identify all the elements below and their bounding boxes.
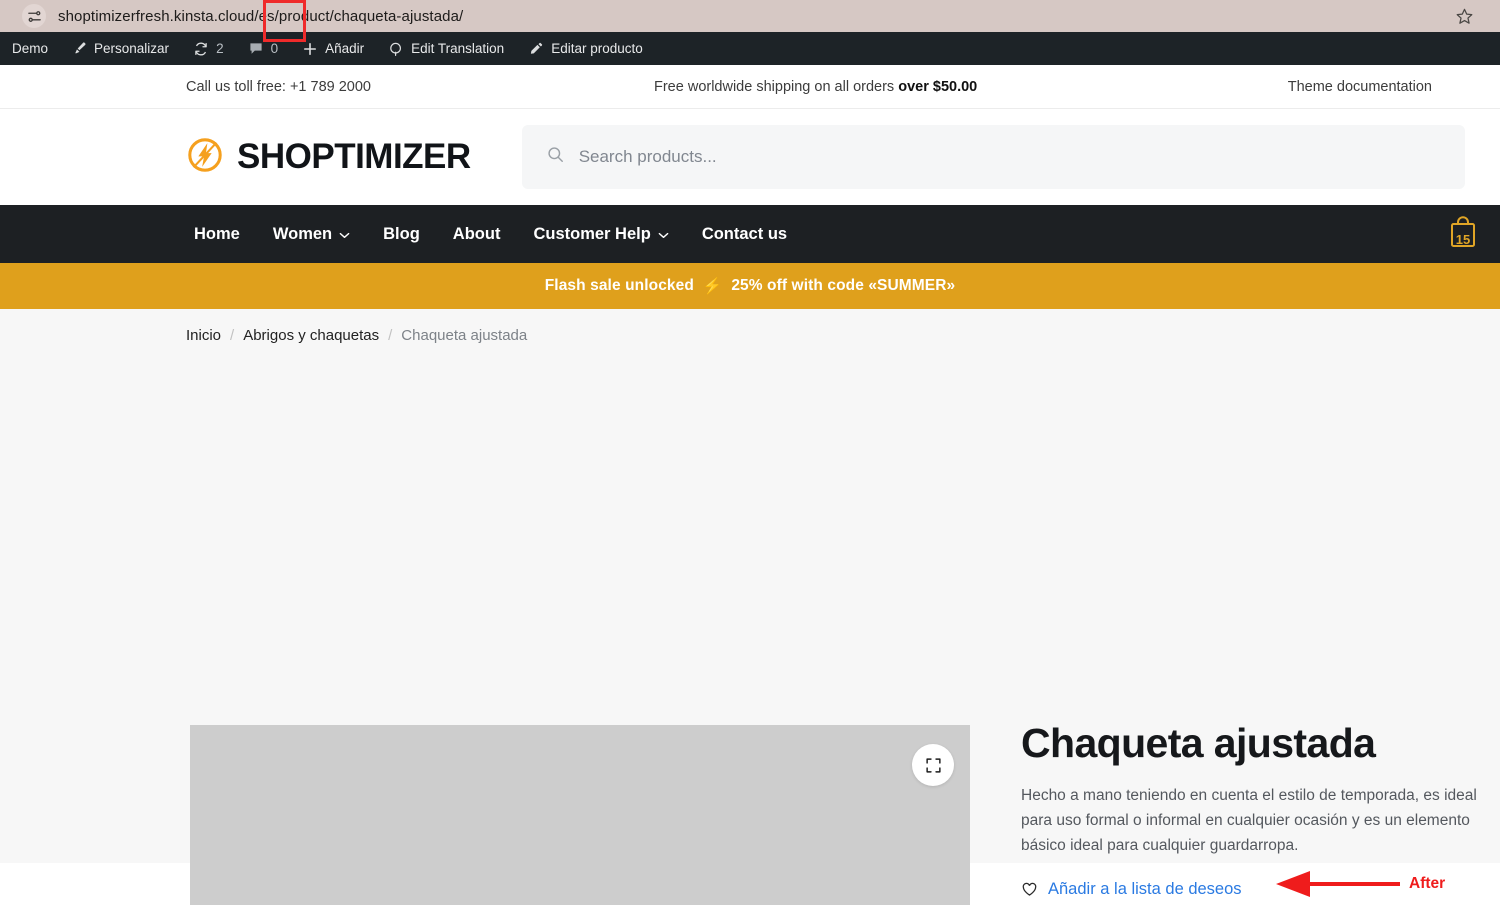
breadcrumb: Inicio / Abrigos y chaquetas / Chaqueta … [186, 327, 527, 344]
admin-bar-item-edit-translation[interactable]: Edit Translation [376, 32, 516, 65]
admin-bar-item-updates[interactable]: 2 [181, 32, 236, 65]
admin-bar-label: Añadir [325, 41, 365, 56]
breadcrumb-home[interactable]: Inicio [186, 327, 221, 344]
site-settings-icon[interactable] [22, 4, 46, 28]
browser-url-bar: shoptimizerfresh.kinsta.cloud/es/product… [0, 0, 1500, 42]
theme-documentation-link[interactable]: Theme documentation [1288, 79, 1432, 95]
admin-bar-item-anadir[interactable]: Añadir [290, 32, 376, 65]
nav-item-about[interactable]: About [453, 225, 501, 244]
shipping-notice-text: Free worldwide shipping on all orders [654, 78, 899, 95]
flash-sale-text-before: Flash sale unlocked [544, 277, 694, 294]
url-text: shoptimizerfresh.kinsta.cloud/es/product… [58, 7, 464, 25]
breadcrumb-category[interactable]: Abrigos y chaquetas [243, 327, 379, 344]
shipping-notice-amount: over $50.00 [898, 78, 978, 95]
admin-bar-item-demo[interactable]: Demo [0, 32, 60, 65]
nav-item-customer-help[interactable]: Customer Help [533, 224, 669, 244]
lightning-bolt-logo-icon [186, 136, 224, 179]
brand-logo[interactable]: SHOPTIMIZER [186, 136, 471, 179]
cart-count: 15 [1455, 232, 1471, 247]
annotation-label: After [1409, 875, 1446, 892]
product-description: Hecho a mano teniendo en cuenta el estil… [1021, 786, 1477, 855]
lightning-bolt-icon: ⚡ [702, 277, 723, 295]
cart-button[interactable]: 15 [1446, 215, 1480, 253]
admin-bar-label: Personalizar [94, 41, 170, 56]
admin-bar-label: Editar producto [551, 41, 643, 56]
site-header: SHOPTIMIZER [0, 109, 1500, 205]
chevron-down-icon [339, 225, 350, 244]
chevron-down-icon [658, 225, 669, 244]
add-to-wishlist-link[interactable]: Añadir a la lista de deseos [1048, 880, 1242, 899]
page-title: Chaqueta ajustada [1021, 720, 1376, 766]
flash-sale-text-after: 25% off with code «SUMMER» [731, 277, 956, 294]
brush-icon [72, 41, 87, 56]
page-content: Inicio / Abrigos y chaquetas / Chaqueta … [0, 309, 1500, 905]
admin-bar-item-editar-producto[interactable]: Editar producto [516, 32, 655, 65]
product-gallery[interactable]: 1200 x 1200 [190, 725, 970, 905]
phone-text: Call us toll free: +1 789 2000 [186, 78, 371, 95]
admin-bar-item-comments[interactable]: 0 [236, 32, 291, 65]
search-icon [546, 145, 565, 169]
nav-label: Customer Help [533, 224, 651, 243]
nav-item-women[interactable]: Women [273, 225, 350, 244]
refresh-icon [193, 41, 209, 57]
comment-icon [248, 41, 264, 57]
url-input-pill[interactable]: shoptimizerfresh.kinsta.cloud/es/product… [14, 0, 1486, 32]
breadcrumb-separator: / [388, 327, 393, 344]
pencil-icon [528, 41, 544, 57]
nav-item-home[interactable]: Home [194, 225, 240, 244]
brand-name: SHOPTIMIZER [237, 137, 471, 176]
main-navigation: Home Women Blog About Customer Help Cont… [0, 205, 1500, 263]
star-icon[interactable] [1455, 7, 1478, 26]
admin-bar-label: 2 [216, 41, 224, 56]
flash-sale-bar[interactable]: Flash sale unlocked ⚡ 25% off with code … [0, 263, 1500, 309]
translate-icon [388, 41, 404, 57]
breadcrumb-separator: / [230, 327, 235, 344]
admin-bar-label: Demo [12, 41, 49, 56]
search-input[interactable] [578, 147, 1441, 167]
nav-item-contact-us[interactable]: Contact us [702, 225, 787, 244]
nav-label: Home [194, 224, 240, 243]
shipping-notice: Free worldwide shipping on all orders ov… [654, 79, 977, 95]
wp-admin-bar: Demo Personalizar 2 0 Añadir Edit Transl… [0, 32, 1500, 65]
top-notice-bar: Call us toll free: +1 789 2000 Free worl… [0, 65, 1500, 109]
admin-bar-item-personalizar[interactable]: Personalizar [60, 32, 181, 65]
heart-icon [1021, 881, 1038, 898]
nav-item-blog[interactable]: Blog [383, 225, 420, 244]
plus-icon [302, 41, 318, 57]
nav-label: Blog [383, 224, 420, 243]
search-wrapper [521, 125, 1500, 189]
admin-bar-label: Edit Translation [411, 41, 505, 56]
search-box[interactable] [521, 125, 1465, 189]
nav-label: Contact us [701, 224, 788, 243]
breadcrumb-current: Chaqueta ajustada [401, 327, 528, 344]
nav-label: Women [272, 224, 333, 243]
left-arrow-annotation-icon [1272, 869, 1404, 904]
expand-fullscreen-icon[interactable] [912, 744, 954, 786]
nav-label: About [452, 224, 501, 243]
admin-bar-label: 0 [270, 41, 279, 56]
